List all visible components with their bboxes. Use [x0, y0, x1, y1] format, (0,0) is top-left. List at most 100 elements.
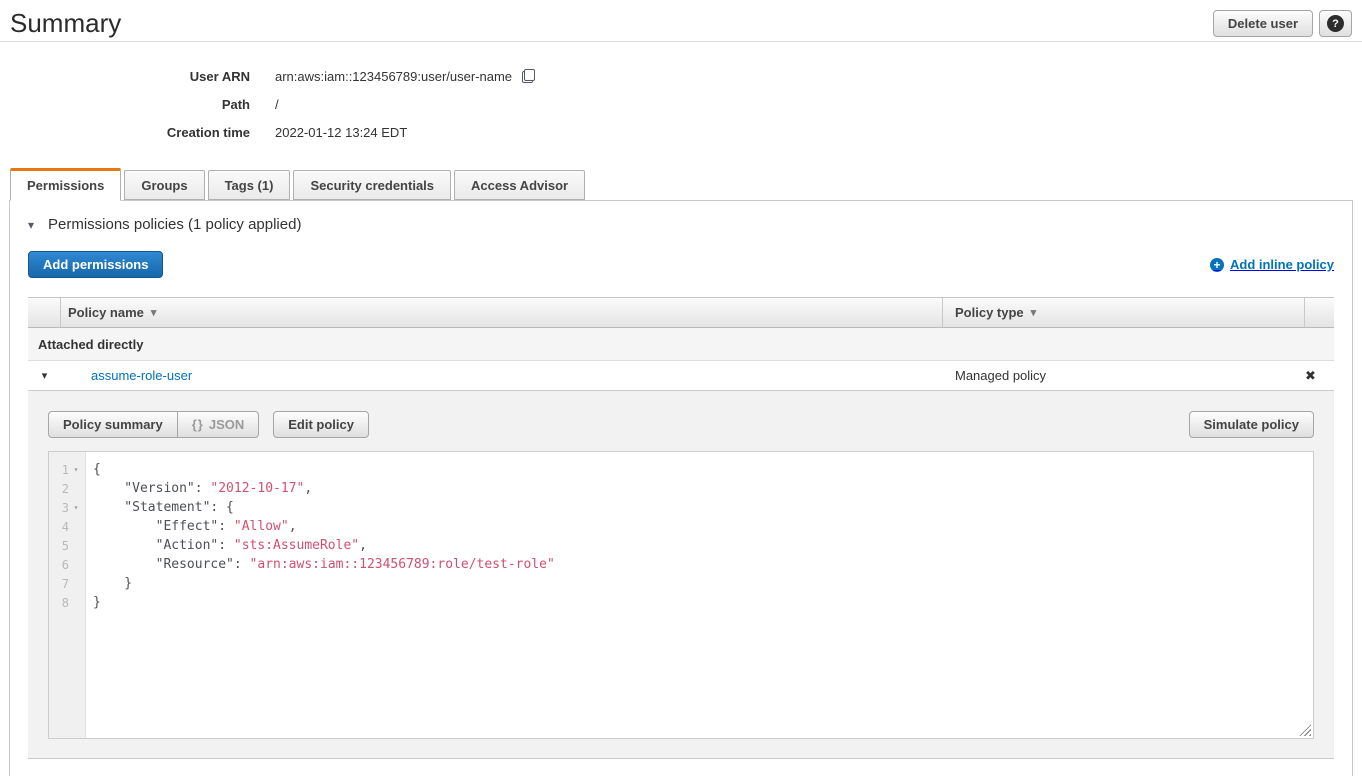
- policy-actions-row: Add permissions + Add inline policy: [28, 251, 1334, 278]
- tab-permissions[interactable]: Permissions: [10, 168, 121, 201]
- plus-icon: +: [1210, 258, 1224, 272]
- policy-type-column-header[interactable]: Policy type ▾: [943, 298, 1305, 327]
- expander-column-header: [28, 298, 61, 327]
- detach-policy-icon[interactable]: ✖: [1305, 369, 1316, 382]
- policy-detail-buttons: Policy summary {} JSON Edit policy Simul…: [48, 411, 1314, 438]
- delete-user-button[interactable]: Delete user: [1213, 10, 1313, 37]
- tab-security-credentials[interactable]: Security credentials: [293, 170, 451, 200]
- permissions-policies-title: Permissions policies (1 policy applied): [48, 216, 301, 233]
- header-buttons: Delete user ?: [1213, 10, 1352, 37]
- json-plain-token: ,: [289, 519, 297, 534]
- policy-name-column-header[interactable]: Policy name ▾: [61, 298, 943, 327]
- policy-name-link[interactable]: assume-role-user: [91, 368, 192, 383]
- simulate-policy-button[interactable]: Simulate policy: [1189, 411, 1314, 438]
- json-plain-token: "Action":: [93, 538, 234, 553]
- json-plain-token: }: [93, 576, 132, 591]
- help-button[interactable]: ?: [1319, 10, 1352, 37]
- creation-time-value: 2022-01-12 13:24 EDT: [275, 125, 407, 140]
- policy-table-row: ▾ assume-role-user Managed policy ✖: [28, 361, 1334, 391]
- tab-bar: Permissions Groups Tags (1) Security cre…: [10, 168, 1352, 200]
- sort-caret-icon: ▾: [1031, 306, 1037, 319]
- page-title: Summary: [10, 8, 121, 38]
- editor-gutter-line: 4: [49, 517, 85, 536]
- creation-time-row: Creation time 2022-01-12 13:24 EDT: [0, 118, 1362, 146]
- actions-column-header: [1305, 298, 1334, 327]
- policy-actions-cell: ✖: [1305, 369, 1334, 382]
- line-number: 5: [49, 539, 69, 553]
- line-number: 2: [49, 482, 69, 496]
- editor-code-line: {: [93, 460, 1313, 479]
- fold-caret-icon[interactable]: ▾: [69, 465, 83, 474]
- view-toggle-group: Policy summary {} JSON: [48, 411, 259, 438]
- path-row: Path /: [0, 90, 1362, 118]
- json-plain-token: "Version":: [93, 481, 210, 496]
- fold-caret-icon[interactable]: ▾: [69, 503, 83, 512]
- line-number: 8: [49, 596, 69, 610]
- line-number: 6: [49, 558, 69, 572]
- user-arn-row: User ARN arn:aws:iam::123456789:user/use…: [0, 62, 1362, 90]
- permissions-tab-pane: ▾ Permissions policies (1 policy applied…: [9, 200, 1353, 776]
- permissions-policies-section-header[interactable]: ▾ Permissions policies (1 policy applied…: [28, 216, 1334, 233]
- user-arn-value: arn:aws:iam::123456789:user/user-name: [275, 69, 512, 84]
- policy-name-header-label: Policy name: [68, 305, 144, 320]
- policy-detail-panel: Policy summary {} JSON Edit policy Simul…: [28, 391, 1334, 759]
- editor-gutter: 1▾23▾45678: [49, 452, 86, 738]
- editor-gutter-line: 3▾: [49, 498, 85, 517]
- row-expand-caret-icon: ▾: [42, 369, 48, 382]
- policies-table: Policy name ▾ Policy type ▾ Attached dir…: [28, 297, 1334, 759]
- braces-icon: {}: [192, 417, 204, 432]
- json-plain-token: "Statement": {: [93, 500, 234, 515]
- editor-gutter-line: 2: [49, 479, 85, 498]
- page-header: Summary Delete user ?: [0, 0, 1362, 42]
- editor-gutter-line: 5: [49, 536, 85, 555]
- editor-code-line: "Resource": "arn:aws:iam::123456789:role…: [93, 555, 1313, 574]
- editor-gutter-line: 1▾: [49, 460, 85, 479]
- editor-gutter-line: 8: [49, 593, 85, 612]
- user-arn-value-wrap: arn:aws:iam::123456789:user/user-name: [275, 69, 535, 84]
- editor-code[interactable]: { "Version": "2012-10-17", "Statement": …: [86, 452, 1313, 738]
- policy-type-header-label: Policy type: [955, 305, 1024, 320]
- tab-groups[interactable]: Groups: [124, 170, 204, 200]
- add-permissions-button[interactable]: Add permissions: [28, 251, 163, 278]
- json-plain-token: ,: [359, 538, 367, 553]
- json-plain-token: "Effect":: [93, 519, 234, 534]
- user-arn-label: User ARN: [0, 69, 250, 84]
- json-string-token: "Allow": [234, 519, 289, 534]
- json-policy-editor[interactable]: 1▾23▾45678 { "Version": "2012-10-17", "S…: [48, 451, 1314, 739]
- tab-tags[interactable]: Tags (1): [208, 170, 291, 200]
- json-plain-token: "Resource":: [93, 557, 250, 572]
- creation-time-label: Creation time: [0, 125, 250, 140]
- tab-access-advisor[interactable]: Access Advisor: [454, 170, 585, 200]
- json-plain-token: ,: [304, 481, 312, 496]
- add-inline-policy-link[interactable]: + Add inline policy: [1210, 257, 1334, 272]
- policy-type-cell: Managed policy: [943, 368, 1305, 383]
- line-number: 4: [49, 520, 69, 534]
- line-number: 7: [49, 577, 69, 591]
- json-string-token: "sts:AssumeRole": [234, 538, 359, 553]
- editor-code-line: "Effect": "Allow",: [93, 517, 1313, 536]
- path-value: /: [275, 97, 279, 112]
- iam-user-summary-page: Summary Delete user ? User ARN arn:aws:i…: [0, 0, 1362, 766]
- add-inline-policy-label: Add inline policy: [1230, 257, 1334, 272]
- policy-summary-button[interactable]: Policy summary: [48, 411, 178, 438]
- section-collapse-caret-icon: ▾: [28, 218, 43, 232]
- help-icon: ?: [1327, 15, 1344, 32]
- editor-code-line: "Version": "2012-10-17",: [93, 479, 1313, 498]
- user-info-section: User ARN arn:aws:iam::123456789:user/use…: [0, 62, 1362, 146]
- attached-directly-group-row: Attached directly: [28, 328, 1334, 361]
- policies-table-header: Policy name ▾ Policy type ▾: [28, 297, 1334, 328]
- policy-name-cell: assume-role-user: [61, 368, 943, 383]
- line-number: 3: [49, 501, 69, 515]
- editor-code-line: }: [93, 593, 1313, 612]
- json-plain-token: {: [93, 462, 101, 477]
- path-label: Path: [0, 97, 250, 112]
- row-expand-toggle[interactable]: ▾: [28, 369, 61, 382]
- editor-resize-handle-icon[interactable]: [1299, 724, 1311, 736]
- editor-code-line: }: [93, 574, 1313, 593]
- json-view-button[interactable]: {} JSON: [177, 411, 260, 438]
- line-number: 1: [49, 463, 69, 477]
- copy-icon[interactable]: [522, 69, 535, 83]
- editor-code-line: "Action": "sts:AssumeRole",: [93, 536, 1313, 555]
- sort-caret-icon: ▾: [151, 306, 157, 319]
- edit-policy-button[interactable]: Edit policy: [273, 411, 369, 438]
